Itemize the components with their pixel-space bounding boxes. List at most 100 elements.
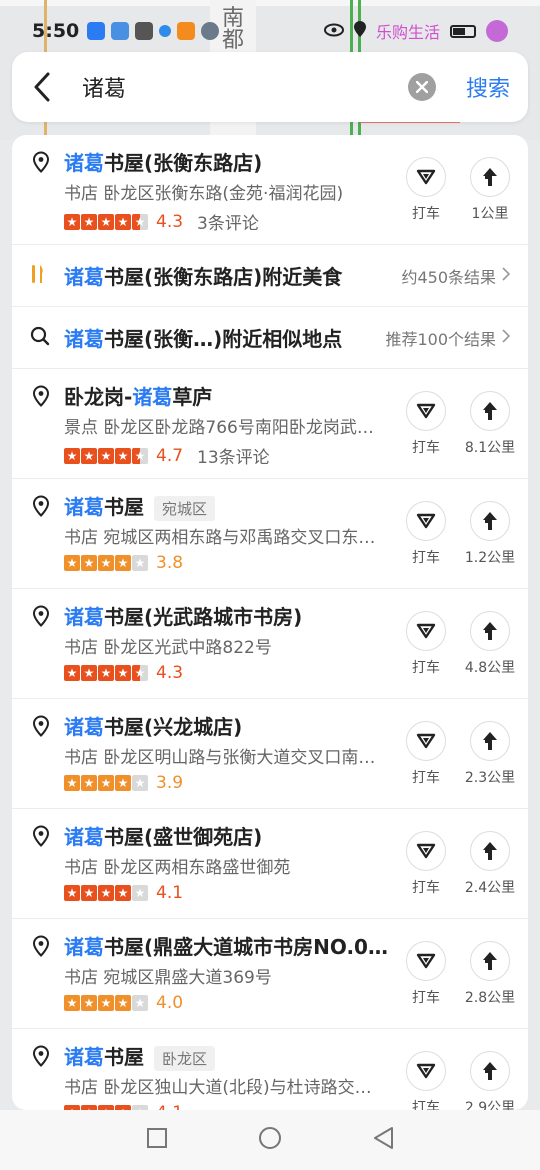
star-icon: ★ xyxy=(98,995,114,1011)
rating-row: ★ ★ ★ ★ ★ 3.8 xyxy=(64,553,197,573)
star-icon: ★ xyxy=(132,775,148,791)
link-title: 诸葛书屋(张衡东路店)附近美食 xyxy=(64,261,342,290)
close-icon xyxy=(415,81,428,93)
poi-actions: 打车 2.4公里 xyxy=(404,831,516,897)
search-button[interactable]: 搜索 xyxy=(466,71,510,103)
nav-back-button[interactable] xyxy=(372,1126,394,1154)
title-highlight: 诸葛 xyxy=(64,605,104,629)
title-highlight: 诸葛 xyxy=(64,151,104,175)
star-icon: ★ xyxy=(64,885,80,901)
route-button[interactable]: 2.9公里 xyxy=(465,1051,515,1110)
route-button[interactable]: 2.8公里 xyxy=(464,941,516,1007)
taxi-button[interactable]: 打车 xyxy=(404,941,448,1007)
location-pin-icon xyxy=(30,151,52,173)
route-button[interactable]: 2.3公里 xyxy=(465,721,515,787)
poi-subtitle: 书店 宛城区两相东路与邓禹路交叉口东… xyxy=(64,528,376,548)
star-icon: ★ xyxy=(81,447,97,464)
title-rest: 书屋(张衡东路店)附近美食 xyxy=(104,265,343,289)
link-result-count: 约450条结果 xyxy=(401,264,511,288)
poi-actions: 打车 4.8公里 xyxy=(404,611,516,677)
star-icon: ★ xyxy=(64,665,80,681)
poi-title: 诸葛书屋 宛城区 xyxy=(64,491,216,521)
title-highlight: 诸葛 xyxy=(64,495,104,519)
title-highlight: 诸葛 xyxy=(132,385,173,409)
direction-arrow-icon xyxy=(470,1051,510,1091)
taxi-label: 打车 xyxy=(412,880,440,896)
star-icon: ★ xyxy=(81,775,97,791)
poi-subtitle: 书店 卧龙区明山路与张衡大道交叉口南… xyxy=(64,748,376,768)
star-icon: ★ xyxy=(98,775,114,791)
distance-label: 4.8公里 xyxy=(464,660,516,676)
notification-icons xyxy=(87,22,220,40)
star-icon: ★ xyxy=(115,213,131,230)
poi-result-item[interactable]: 诸葛书屋 宛城区书店 宛城区两相东路与邓禹路交叉口东… ★ ★ ★ ★ ★ 3.8 打车 1.2公… xyxy=(12,479,528,589)
search-input[interactable] xyxy=(72,74,408,100)
poi-result-item[interactable]: 诸葛书屋(张衡东路店) 书店 卧龙区张衡东路(金苑·福润花园) ★ ★ ★ ★ ★ 4.3 3条… xyxy=(12,135,528,245)
distance-label: 2.4公里 xyxy=(464,880,516,896)
taxi-button[interactable]: 打车 xyxy=(404,831,448,897)
route-button[interactable]: 2.4公里 xyxy=(464,831,516,897)
taxi-icon xyxy=(406,611,446,651)
direction-arrow-icon xyxy=(470,391,510,431)
star-icon: ★ xyxy=(81,665,97,681)
clear-button[interactable] xyxy=(407,73,436,101)
title-rest: 书屋(兴龙城店) xyxy=(104,715,243,739)
link-result-count: 推荐100个结果 xyxy=(385,326,511,350)
eye-icon xyxy=(323,22,344,41)
chevron-left-icon xyxy=(34,72,50,102)
related-link-item[interactable]: 诸葛书屋(张衡东路店)附近美食 约450条结果 xyxy=(12,245,528,307)
taxi-icon xyxy=(406,941,446,981)
poi-subtitle: 书店 卧龙区独山大道(北段)与杜诗路交… xyxy=(64,1078,372,1098)
route-button[interactable]: 1.2公里 xyxy=(465,501,515,567)
related-link-item[interactable]: 诸葛书屋(张衡…)附近相似地点 推荐100个结果 xyxy=(12,307,528,369)
back-button[interactable] xyxy=(12,52,72,122)
route-button[interactable]: 1公里 xyxy=(468,157,512,223)
circle-icon xyxy=(259,1127,281,1149)
star-rating: ★★★★★ xyxy=(64,665,148,681)
direction-arrow-icon xyxy=(470,831,510,871)
home-button[interactable] xyxy=(258,1126,282,1154)
taxi-button[interactable]: 打车 xyxy=(404,501,448,567)
rating-score: 4.0 xyxy=(156,993,184,1013)
rating-score: 4.1 xyxy=(156,883,184,903)
chevron-right-icon xyxy=(502,266,511,285)
title-highlight: 诸葛 xyxy=(64,265,104,289)
distance-label: 8.1公里 xyxy=(464,440,516,456)
title-highlight: 诸葛 xyxy=(64,1045,104,1069)
route-button[interactable]: 8.1公里 xyxy=(464,391,516,457)
poi-result-item[interactable]: 诸葛书屋(兴龙城店) 书店 卧龙区明山路与张衡大道交叉口南… ★ ★ ★ ★ ★ 3.9 打车 2… xyxy=(12,699,528,809)
taxi-label: 打车 xyxy=(412,660,440,676)
taxi-button[interactable]: 打车 xyxy=(404,157,448,223)
route-button[interactable]: 4.8公里 xyxy=(464,611,516,677)
taxi-button[interactable]: 打车 xyxy=(404,1051,448,1110)
title-rest: 书屋(张衡东路店) xyxy=(104,151,263,175)
poi-result-item[interactable]: 诸葛书屋(盛世御苑店) 书店 卧龙区两相东路盛世御苑 ★ ★ ★ ★ ★ 4.1 打车 2.4公里 xyxy=(12,809,528,919)
poi-result-item[interactable]: 诸葛书屋(光武路城市书房) 书店 卧龙区光武中路822号 ★ ★ ★ ★ ★ 4.3 打车 4.8… xyxy=(12,589,528,699)
distance-label: 2.8公里 xyxy=(464,990,516,1006)
taxi-button[interactable]: 打车 xyxy=(404,721,448,787)
star-icon: ★ xyxy=(64,447,80,464)
star-icon: ★ xyxy=(98,885,114,901)
search-icon xyxy=(30,326,50,350)
poi-result-item[interactable]: 诸葛书屋(鼎盛大道城市书房NO.0… 书店 宛城区鼎盛大道369号 ★ ★ ★ ★ ★ 4.0… xyxy=(12,919,528,1029)
system-navigation-bar xyxy=(0,1110,540,1170)
poi-title: 诸葛书屋(张衡东路店) xyxy=(64,147,262,176)
taxi-button[interactable]: 打车 xyxy=(404,611,448,677)
taxi-button[interactable]: 打车 xyxy=(404,391,448,457)
location-pin-icon xyxy=(30,495,52,517)
video-app-icon xyxy=(177,22,196,40)
title-rest: 书屋(鼎盛大道城市书房NO.0… xyxy=(104,935,388,959)
poi-result-item[interactable]: 卧龙岗-诸葛草庐 景点 卧龙区卧龙路766号南阳卧龙岗武… ★ ★ ★ ★ ★ 4.7 13条评… xyxy=(12,369,528,479)
results-list[interactable]: 诸葛书屋(张衡东路店) 书店 卧龙区张衡东路(金苑·福润花园) ★ ★ ★ ★ ★ 4.3 3条… xyxy=(12,135,528,1110)
taxi-label: 打车 xyxy=(412,206,440,222)
camera-app-icon xyxy=(135,22,154,40)
star-icon: ★ xyxy=(115,885,131,901)
rating-score: 4.1 xyxy=(156,1103,183,1110)
star-icon: ★ xyxy=(115,995,131,1011)
star-icon: ★ xyxy=(98,555,114,571)
star-icon: ★ xyxy=(81,213,97,230)
recents-button[interactable] xyxy=(146,1127,168,1153)
title-highlight: 诸葛 xyxy=(64,715,104,739)
rating-score: 3.9 xyxy=(156,773,184,793)
poi-result-item[interactable]: 诸葛书屋卧龙区书店 卧龙区独山大道(北段)与杜诗路交… ★★★★★4.1 打车 2.9… xyxy=(12,1029,528,1110)
